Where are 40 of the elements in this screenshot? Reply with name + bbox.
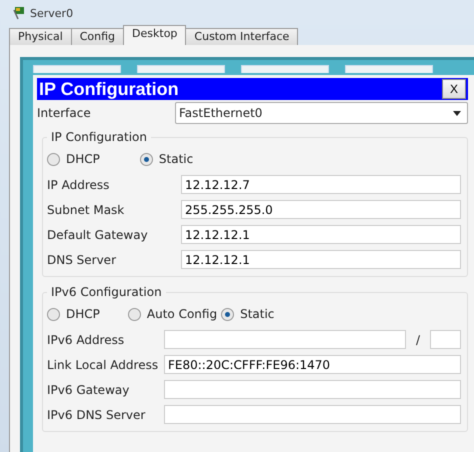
close-button[interactable]: X bbox=[442, 79, 466, 99]
app-icon-tile[interactable] bbox=[33, 65, 121, 73]
input-field[interactable] bbox=[164, 380, 461, 399]
tab[interactable]: Desktop bbox=[123, 25, 186, 45]
input-field[interactable] bbox=[164, 405, 461, 424]
input-field[interactable]: FE80::20C:CFFF:FE96:1470 bbox=[164, 355, 461, 374]
radio-button[interactable]: Static bbox=[140, 152, 194, 166]
field-label: Subnet Mask bbox=[47, 202, 126, 216]
group-title: IP Configuration bbox=[50, 130, 148, 144]
field-label: DNS Server bbox=[47, 252, 117, 266]
input-field[interactable]: 255.255.255.0 bbox=[181, 200, 461, 219]
tab[interactable]: Custom Interface bbox=[185, 28, 298, 45]
caret-icon bbox=[453, 110, 461, 116]
field-label: IPv6 Gateway bbox=[47, 382, 130, 396]
dialog-title: IP Configuration bbox=[39, 78, 179, 100]
input-field[interactable]: 12.12.12.7 bbox=[181, 175, 461, 194]
field-label: IPv6 Address bbox=[47, 332, 126, 346]
field-label: IPv6 DNS Server bbox=[47, 408, 146, 422]
window-title: Server0 bbox=[30, 6, 74, 20]
radio-button[interactable]: DHCP bbox=[47, 152, 100, 166]
field-label: Default Gateway bbox=[47, 228, 149, 242]
interface-dropdown[interactable]: FastEthernet0 bbox=[175, 102, 468, 124]
input-field[interactable]: 12.12.12.1 bbox=[181, 225, 461, 244]
app-icon-tile[interactable] bbox=[345, 65, 433, 73]
field-label: Interface bbox=[37, 106, 92, 120]
app-icon-tile[interactable] bbox=[137, 65, 225, 73]
tab[interactable]: Physical bbox=[9, 28, 72, 45]
tab[interactable]: Config bbox=[70, 28, 124, 45]
field-label: Link Local Address bbox=[47, 358, 160, 372]
slash-separator: / bbox=[416, 332, 420, 346]
input-field[interactable]: 12.12.12.1 bbox=[181, 250, 461, 269]
server-icon bbox=[12, 6, 26, 20]
radio-button[interactable]: DHCP bbox=[47, 307, 100, 321]
app-icon-tile[interactable] bbox=[241, 65, 329, 73]
radio-button[interactable]: Static bbox=[221, 307, 274, 321]
prefix-field[interactable] bbox=[430, 330, 461, 349]
input-field[interactable] bbox=[164, 330, 406, 349]
field-label: IP Address bbox=[47, 178, 110, 192]
radio-button[interactable]: Auto Config bbox=[128, 307, 218, 321]
group-title: IPv6 Configuration bbox=[50, 285, 163, 299]
